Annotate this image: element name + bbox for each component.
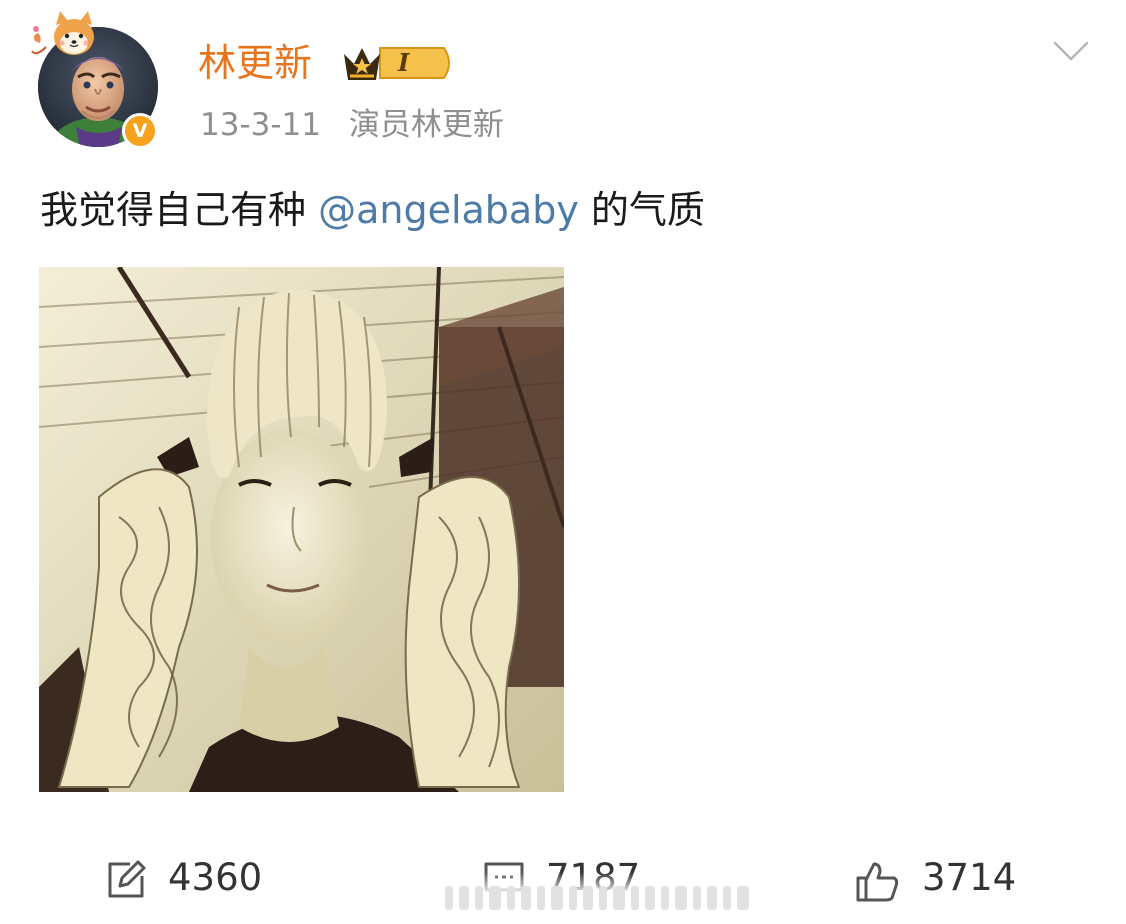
shiba-dog-icon <box>31 11 94 55</box>
author-name[interactable]: 林更新 <box>198 38 312 88</box>
like-count: 3714 <box>922 856 1017 899</box>
avatar-container[interactable]: V <box>31 11 160 149</box>
watermark-icon <box>445 886 749 910</box>
level-badge-text: I <box>398 48 410 77</box>
mention-link[interactable]: @angelababy <box>318 188 579 232</box>
post-image-content <box>39 267 564 792</box>
thumbs-up-icon <box>856 862 899 902</box>
verified-v-icon: V <box>122 113 158 149</box>
repost-button[interactable]: 4360 <box>104 848 304 908</box>
post-date: 13-3-11 <box>200 107 321 143</box>
repost-count: 4360 <box>168 856 263 899</box>
post-text: 我觉得自己有种 @angelababy 的气质 <box>40 184 705 236</box>
post-source[interactable]: 演员林更新 <box>349 107 504 143</box>
post-image[interactable] <box>39 267 564 792</box>
post-header: V 林更新 I 13-3-11 演员林更新 <box>0 0 1126 160</box>
repost-edit-icon <box>108 860 146 898</box>
post-text-before: 我觉得自己有种 <box>40 188 319 232</box>
chevron-down-icon[interactable] <box>1052 38 1090 64</box>
post-meta: 13-3-11 演员林更新 <box>200 104 504 146</box>
post-text-after: 的气质 <box>578 188 705 232</box>
like-button[interactable]: 3714 <box>854 848 1054 908</box>
